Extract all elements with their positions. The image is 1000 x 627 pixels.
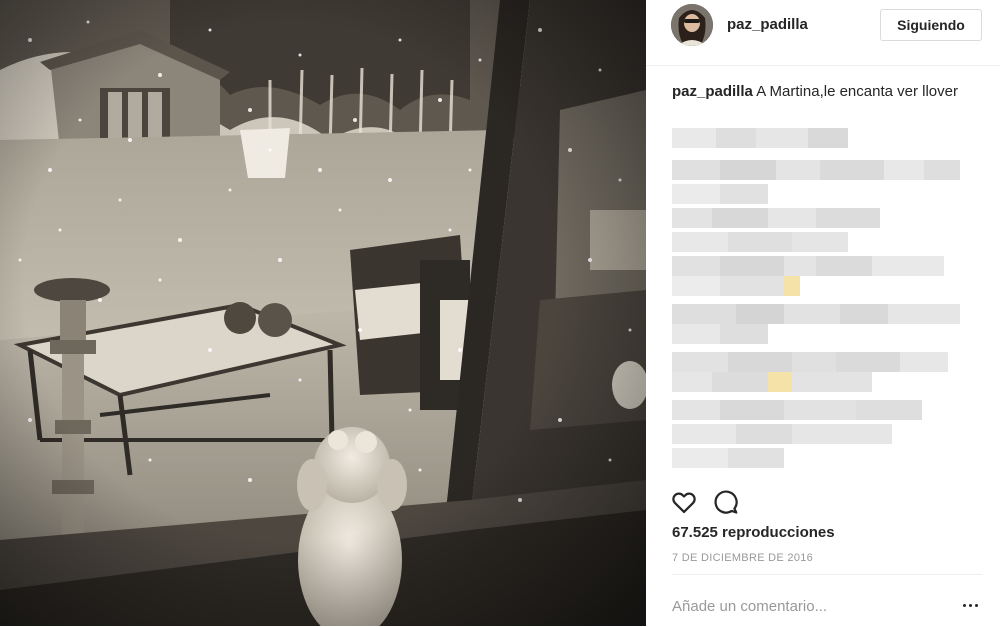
view-count[interactable]: 67.525 reproducciones bbox=[672, 524, 835, 541]
post-caption: paz_padilla A Martina,le encanta ver llo… bbox=[672, 82, 972, 102]
redacted-comments bbox=[672, 124, 972, 468]
ellipsis-icon bbox=[962, 603, 966, 607]
redacted-line bbox=[672, 304, 960, 324]
like-button[interactable] bbox=[670, 488, 698, 516]
redacted-line bbox=[672, 372, 872, 392]
instagram-post: paz_padilla Siguiendo paz_padilla A Mart… bbox=[0, 0, 1000, 626]
redacted-line bbox=[672, 232, 848, 252]
post-date[interactable]: 7 DE DICIEMBRE DE 2016 bbox=[672, 552, 813, 564]
redacted-line bbox=[672, 256, 944, 276]
caption-text: A Martina,le encanta ver llover bbox=[756, 83, 958, 100]
redacted-line bbox=[672, 352, 948, 372]
comment-bubble-icon bbox=[714, 490, 738, 514]
redacted-line bbox=[672, 324, 768, 344]
comment-input[interactable] bbox=[672, 595, 942, 617]
post-side-panel: paz_padilla Siguiendo paz_padilla A Mart… bbox=[646, 0, 1000, 626]
avatar-photo bbox=[671, 4, 713, 46]
redacted-line bbox=[672, 448, 784, 468]
redacted-line bbox=[672, 184, 768, 204]
redacted-line bbox=[672, 128, 848, 148]
redacted-line bbox=[672, 424, 892, 444]
ellipsis-icon bbox=[974, 603, 978, 607]
ellipsis-icon bbox=[968, 603, 972, 607]
following-button[interactable]: Siguiendo bbox=[880, 9, 982, 41]
redacted-line bbox=[672, 160, 960, 180]
post-photo[interactable] bbox=[0, 0, 646, 626]
redacted-line bbox=[672, 208, 880, 228]
redacted-line bbox=[672, 276, 800, 296]
heart-icon bbox=[672, 492, 696, 514]
more-options-button[interactable] bbox=[958, 597, 982, 613]
post-header: paz_padilla Siguiendo bbox=[646, 0, 1000, 66]
photo-dog-looking-at-rain bbox=[0, 0, 646, 626]
comment-button[interactable] bbox=[712, 488, 740, 516]
avatar[interactable] bbox=[671, 4, 713, 46]
caption-username[interactable]: paz_padilla bbox=[672, 83, 753, 100]
post-username[interactable]: paz_padilla bbox=[727, 16, 808, 33]
comment-area bbox=[672, 574, 982, 627]
redacted-line bbox=[672, 400, 922, 420]
